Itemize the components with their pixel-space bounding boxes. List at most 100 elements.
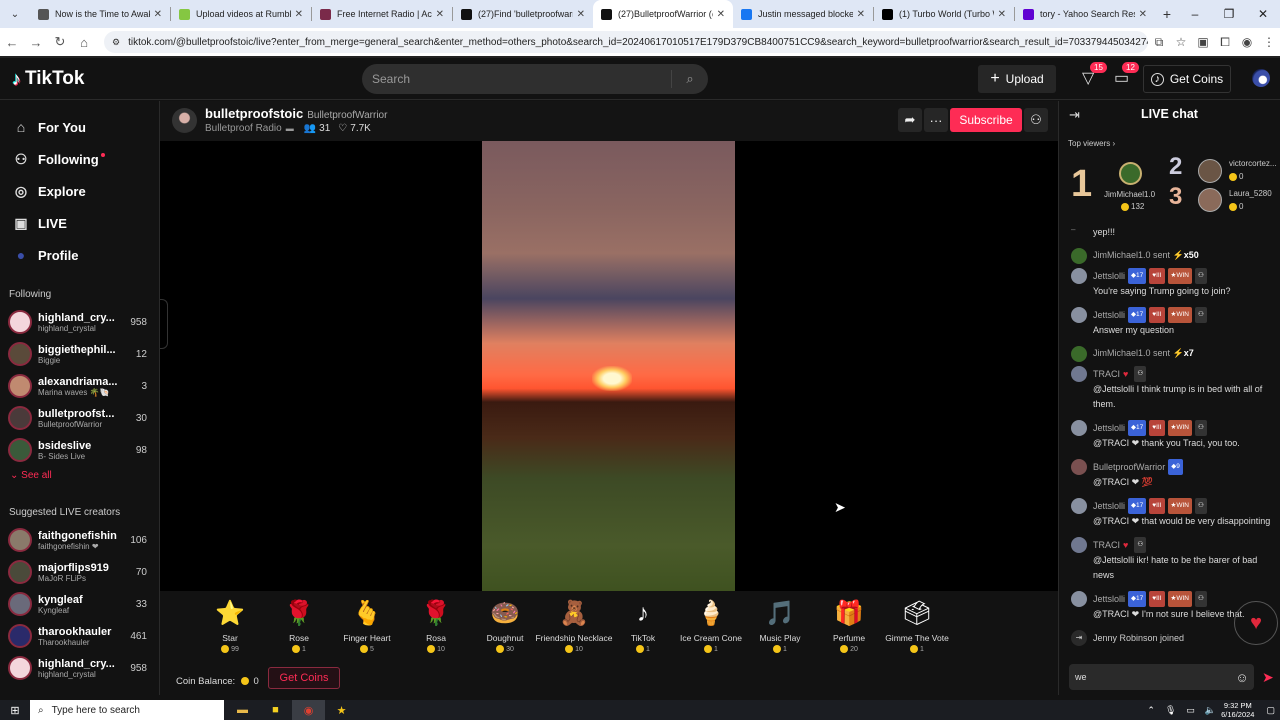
chat-username[interactable]: Jettslolli [1093,499,1125,513]
clock[interactable]: 9:32 PM 6/16/2024 [1221,701,1254,719]
avatar[interactable] [1071,498,1087,514]
network-icon[interactable]: ▭ [1186,705,1195,716]
taskbar-search[interactable]: ⌕ Type here to search [30,700,224,720]
volume-icon[interactable]: 🔈 [1205,705,1216,716]
sidebar-nav-following[interactable]: ⚇ Following [0,143,159,175]
live-account-item[interactable]: majorflips919 MaJoR FLiPs 70 [0,556,159,588]
profile-avatar[interactable]: ◉ [1236,35,1258,49]
browser-tab[interactable]: Upload videos at Rumble ✕ [171,0,311,28]
avatar[interactable] [1071,366,1087,382]
live-account-item[interactable]: faithgonefishin faithgonefishin ❤ 106 [0,524,159,556]
live-account-item[interactable]: tharookhauler Tharookhauler 461 [0,620,159,652]
avatar[interactable] [1071,346,1087,362]
close-tab-icon[interactable]: ✕ [295,9,303,20]
close-tab-icon[interactable]: ✕ [717,9,725,20]
close-tab-icon[interactable]: ✕ [857,9,865,20]
search-input[interactable] [362,72,671,86]
avatar[interactable] [1071,268,1087,284]
close-tab-icon[interactable]: ✕ [998,9,1006,20]
chat-input[interactable] [1069,672,1230,682]
chat-username[interactable]: Jettslolli [1093,592,1125,606]
sidebar-nav-profile[interactable]: ● Profile [0,239,159,271]
bookmark-star-icon[interactable]: ☆ [1170,35,1192,49]
extensions-puzzle-icon[interactable]: ⧠ [1214,35,1236,50]
browser-tab[interactable]: Now is the Time to Awake ✕ [30,0,170,28]
notifications-icon[interactable]: ▢ [1266,705,1275,716]
subscribe-button[interactable]: Subscribe [950,108,1022,132]
close-tab-icon[interactable]: ✕ [154,9,162,20]
windows-start-icon[interactable]: ⊞ [0,704,30,717]
browser-tab[interactable]: (27)Find 'bulletproofwarri ✕ [453,0,593,28]
live-account-item[interactable]: highland_cry... highland_crystal 958 [0,306,159,338]
movie-app-icon[interactable]: ★ [325,700,358,720]
open-in-app-icon[interactable]: ⧉ [1148,35,1170,50]
gift-item[interactable]: 🗳 Gimme The Vote 1 [872,599,962,653]
search-icon[interactable]: ⌕ [672,71,708,87]
live-video[interactable] [482,141,735,591]
microphone-icon[interactable]: 🎙 [1165,705,1176,716]
live-account-item[interactable]: biggiethephil... Biggie 12 [0,338,159,370]
send-icon[interactable]: ➤ [1262,669,1274,686]
close-tab-icon[interactable]: ✕ [577,9,585,20]
browser-tab[interactable]: (1) Turbo World (Turbo W ✕ [874,0,1014,28]
reload-button[interactable]: ↻ [48,34,72,50]
sticky-notes-icon[interactable]: ■ [259,700,292,720]
streamer-avatar[interactable] [172,108,197,133]
url-field[interactable]: ⚙ tiktok.com/@bulletproofstoic/live?ente… [104,31,1148,53]
browser-menu-icon[interactable]: ⋮ [1258,35,1280,49]
get-coins-button[interactable]: Get Coins [268,667,340,689]
top-viewer-1-avatar[interactable] [1119,162,1142,185]
top-viewer-3-avatar[interactable] [1198,188,1222,212]
sidebar-nav-for-you[interactable]: ⌂ For You [0,111,159,143]
chat-username[interactable]: JimMichael1.0 [1093,248,1151,262]
streamer-username[interactable]: bulletproofstoic [205,106,303,121]
tab-search-button[interactable]: ⌄ [0,9,30,20]
extension-icon[interactable]: ▣ [1192,35,1214,49]
sidebar-collapse-handle[interactable] [160,299,168,349]
live-account-item[interactable]: alexandriama... Marina waves 🌴🐚 3 [0,370,159,402]
chat-username[interactable]: Jettslolli [1093,269,1125,283]
file-explorer-icon[interactable]: ▬ [226,700,259,720]
follow-user-button[interactable]: ⚇ [1024,108,1048,132]
share-button[interactable]: ➦ [898,108,922,132]
live-account-item[interactable]: bulletproofst... BulletproofWarrior 30 [0,402,159,434]
tiktok-logo[interactable]: ♪ TikTok [12,68,84,90]
get-coins-header-button[interactable]: ♪ Get Coins [1143,65,1231,93]
close-tab-icon[interactable]: ✕ [1139,9,1147,20]
home-button[interactable]: ⌂ [72,35,96,50]
top-viewer-2-avatar[interactable] [1198,159,1222,183]
sidebar-nav-live[interactable]: ▣ LIVE [0,207,159,239]
browser-tab[interactable]: Free Internet Radio | Accu ✕ [312,0,452,28]
avatar[interactable] [1071,420,1087,436]
close-window-button[interactable]: ✕ [1246,0,1280,28]
chat-username[interactable]: BulletproofWarrior [1093,460,1165,474]
chat-username[interactable]: TRACI [1093,538,1120,552]
avatar[interactable] [1071,307,1087,323]
see-all-link[interactable]: ⌄ See all [0,470,159,481]
like-heart-button[interactable]: ♥ [1234,601,1278,645]
browser-tab[interactable]: (27)BulletproofWarrior (@ ✕ [593,0,733,28]
chat-username[interactable]: Jettslolli [1093,421,1125,435]
live-account-item[interactable]: kyngleaf Kyngleaf 33 [0,588,159,620]
minimize-button[interactable]: – [1178,0,1212,28]
avatar[interactable] [1071,591,1087,607]
back-button[interactable]: ← [0,35,24,50]
site-info-icon[interactable]: ⚙ [112,37,120,48]
close-tab-icon[interactable]: ✕ [436,9,444,20]
new-tab-button[interactable]: + [1155,6,1179,22]
user-avatar[interactable] [1252,69,1270,87]
browser-tab[interactable]: Justin messaged blocked ✕ [733,0,873,28]
tray-expand-icon[interactable]: ⌃ [1147,705,1155,716]
more-options-button[interactable]: ··· [924,108,948,132]
inbox-filter-icon[interactable]: ▽ 15 [1082,62,1107,88]
messages-icon[interactable]: ▭ 12 [1114,62,1139,88]
upload-button[interactable]: + Upload [978,65,1056,93]
top-viewers-link[interactable]: Top viewers › [1068,139,1280,148]
forward-button[interactable]: → [24,35,48,50]
chat-username[interactable]: JimMichael1.0 [1093,346,1151,360]
sidebar-nav-explore[interactable]: ◎ Explore [0,175,159,207]
browser-tab[interactable]: tory - Yahoo Search Resul ✕ [1015,0,1155,28]
emoji-icon[interactable]: ☺ [1230,670,1254,685]
chat-username[interactable]: Jettslolli [1093,308,1125,322]
live-account-item[interactable]: bsideslive B- Sides Live 98 [0,434,159,466]
